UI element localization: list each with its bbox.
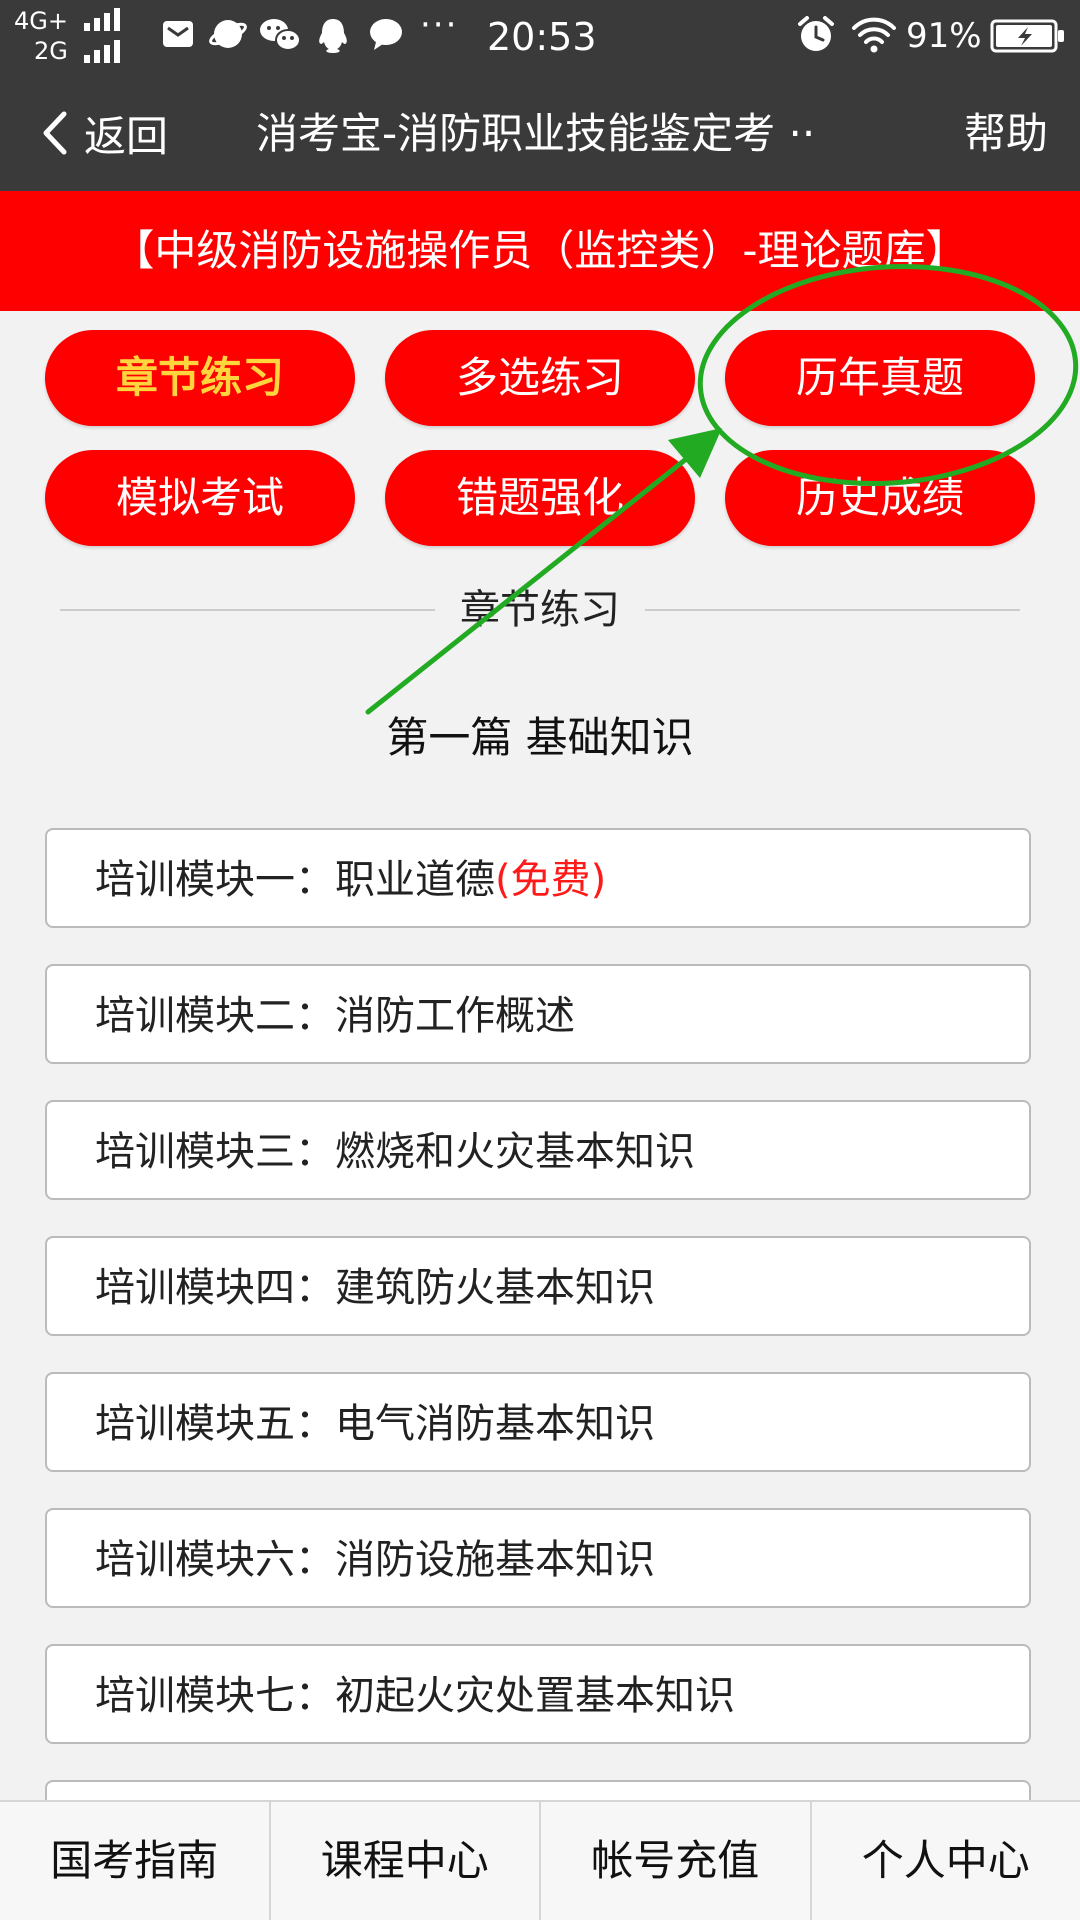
multiple-choice-practice-button[interactable]: 多选练习 [385, 330, 695, 426]
module-item-partial[interactable] [45, 1780, 1031, 1800]
module-label: 培训模块一：职业道德 [95, 857, 495, 903]
title-bar: 返回 消考宝-消防职业技能鉴定考 ·· 帮助 [0, 76, 1080, 191]
qq-icon [319, 19, 347, 53]
question-bank-banner: 【中级消防设施操作员（监控类）-理论题库】 [0, 191, 1080, 311]
section-title: 章节练习 [460, 587, 620, 633]
wifi-icon [852, 17, 896, 53]
score-history-button[interactable]: 历史成绩 [725, 450, 1035, 546]
nav-course-center[interactable]: 课程中心 [271, 1802, 541, 1920]
status-bar: 4G+ 2G ··· 20:53 91% [0, 0, 1080, 76]
part-title: 第一篇 基础知识 [386, 713, 694, 762]
chevron-left-icon [43, 111, 67, 155]
message-icon [370, 19, 402, 50]
battery-percent: 91% [906, 16, 982, 56]
alarm-icon [798, 16, 834, 51]
module-item[interactable]: 培训模块七：初起火灾处置基本知识 [45, 1644, 1031, 1744]
module-label: 培训模块四：建筑防火基本知识 [95, 1265, 655, 1311]
mail-icon [163, 21, 193, 47]
past-exam-questions-button[interactable]: 历年真题 [725, 330, 1035, 426]
network-type-primary: 4G+ [14, 7, 68, 35]
module-label: 培训模块三：燃烧和火灾基本知识 [95, 1129, 695, 1175]
status-time: 20:53 [487, 15, 597, 59]
back-button-label: 返回 [84, 111, 169, 161]
module-item[interactable]: 培训模块一：职业道德(免费) [45, 828, 1031, 928]
wrong-questions-review-button[interactable]: 错题强化 [385, 450, 695, 546]
wechat-icon [260, 19, 301, 51]
back-button[interactable]: 返回 [40, 101, 168, 165]
module-label: 培训模块六：消防设施基本知识 [95, 1537, 655, 1583]
help-button[interactable]: 帮助 [964, 104, 1048, 164]
browser-icon [209, 20, 247, 48]
module-label: 培训模块二：消防工作概述 [95, 993, 575, 1039]
module-item[interactable]: 培训模块二：消防工作概述 [45, 964, 1031, 1064]
module-item[interactable]: 培训模块四：建筑防火基本知识 [45, 1236, 1031, 1336]
signal-strength-primary-icon [84, 8, 120, 31]
more-notifications-icon: ··· [420, 5, 459, 45]
battery-icon [990, 19, 1064, 53]
module-label: 培训模块五：电气消防基本知识 [95, 1401, 655, 1447]
signal-strength-secondary-icon [84, 40, 120, 63]
app-screen: 4G+ 2G ··· 20:53 91% 返回 消考宝-消防职业技能鉴定考 ··… [0, 0, 1080, 1920]
nav-exam-guide[interactable]: 国考指南 [0, 1802, 271, 1920]
module-label: 培训模块七：初起火灾处置基本知识 [95, 1673, 735, 1719]
bottom-nav: 国考指南 课程中心 帐号充值 个人中心 [0, 1800, 1080, 1920]
module-list: 培训模块一：职业道德(免费) 培训模块二：消防工作概述 培训模块三：燃烧和火灾基… [45, 828, 1035, 1800]
nav-personal-center[interactable]: 个人中心 [812, 1802, 1080, 1920]
module-item[interactable]: 培训模块五：电气消防基本知识 [45, 1372, 1031, 1472]
free-tag: (免费) [495, 857, 607, 903]
module-item[interactable]: 培训模块六：消防设施基本知识 [45, 1508, 1031, 1608]
nav-account-recharge[interactable]: 帐号充值 [541, 1802, 812, 1920]
network-type-secondary: 2G [34, 37, 68, 65]
chapter-practice-button[interactable]: 章节练习 [45, 330, 355, 426]
module-item[interactable]: 培训模块三：燃烧和火灾基本知识 [45, 1100, 1031, 1200]
page-title: 消考宝-消防职业技能鉴定考 ·· [256, 109, 816, 158]
mock-exam-button[interactable]: 模拟考试 [45, 450, 355, 546]
